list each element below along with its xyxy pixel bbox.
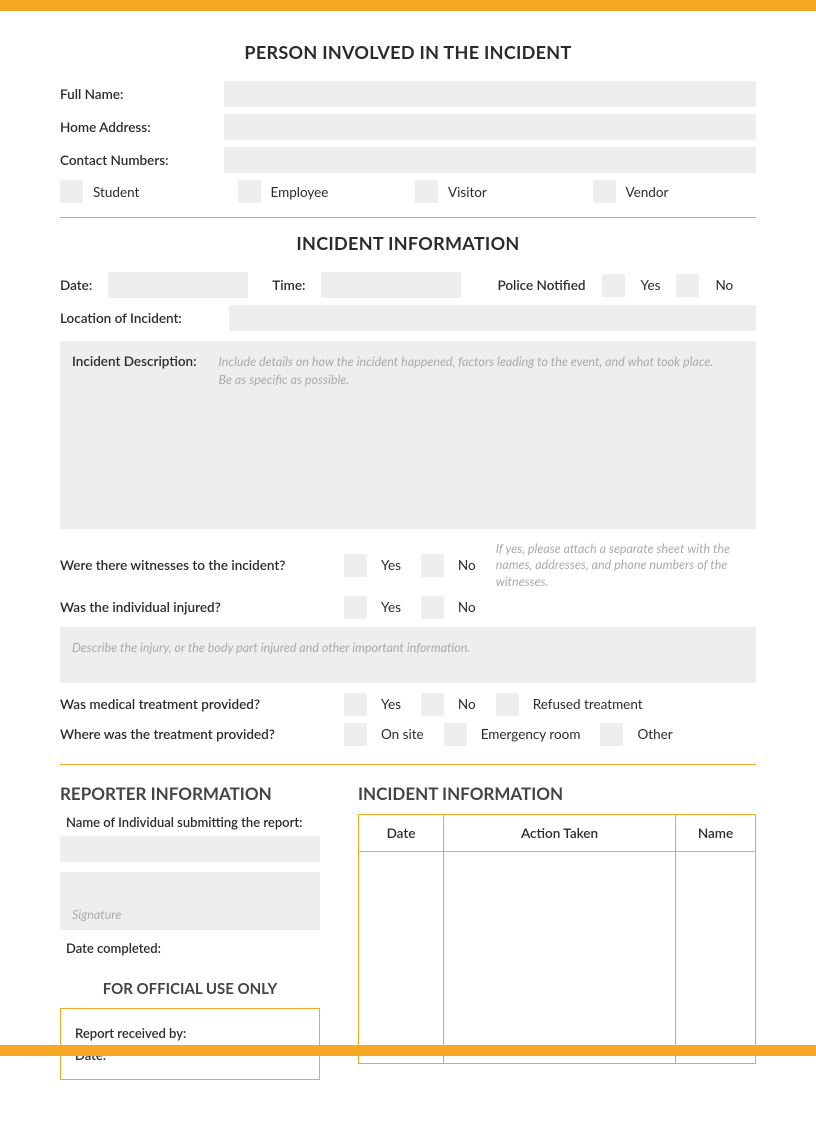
- onsite-label: On site: [381, 726, 424, 742]
- er-label: Emergency room: [481, 726, 581, 742]
- student-label: Student: [93, 184, 139, 200]
- section2-title: INCIDENT INFORMATION: [60, 232, 756, 254]
- full-name-label: Full Name:: [60, 86, 210, 102]
- location-input[interactable]: [229, 305, 756, 331]
- witness-yes-label: Yes: [381, 557, 401, 573]
- injured-yes-checkbox[interactable]: [344, 596, 367, 619]
- treatment-question-label: Was medical treatment provided?: [60, 696, 330, 712]
- top-accent-bar: [0, 0, 816, 11]
- injured-no-label: No: [458, 599, 476, 615]
- date-input[interactable]: [108, 272, 248, 298]
- official-box: Report received by: Date:: [60, 1008, 320, 1080]
- police-yes-label: Yes: [641, 277, 661, 293]
- bottom-accent-bar: [0, 1045, 816, 1056]
- incident-description-placeholder-2: Be as specific as possible.: [219, 371, 714, 389]
- time-input[interactable]: [321, 272, 461, 298]
- col-date: Date: [359, 814, 444, 851]
- police-label: Police Notified: [497, 277, 585, 293]
- date-label: Date:: [60, 277, 92, 293]
- divider-1: [60, 217, 756, 218]
- incident-description-box[interactable]: Incident Description: Include details on…: [60, 341, 756, 529]
- cell-date[interactable]: [359, 851, 444, 1063]
- section1-title: PERSON INVOLVED IN THE INCIDENT: [60, 41, 756, 63]
- witness-question-label: Were there witnesses to the incident?: [60, 557, 330, 573]
- vendor-label: Vendor: [626, 184, 669, 200]
- vendor-checkbox[interactable]: [593, 180, 616, 203]
- contact-numbers-label: Contact Numbers:: [60, 152, 210, 168]
- treatment-no-label: No: [458, 696, 476, 712]
- injured-yes-label: Yes: [381, 599, 401, 615]
- treatment-no-checkbox[interactable]: [421, 693, 444, 716]
- injured-question-label: Was the individual injured?: [60, 599, 330, 615]
- home-address-label: Home Address:: [60, 119, 210, 135]
- er-checkbox[interactable]: [444, 723, 467, 746]
- witness-no-checkbox[interactable]: [421, 554, 444, 577]
- table-row: [359, 851, 756, 1063]
- contact-numbers-input[interactable]: [224, 147, 756, 173]
- col-action: Action Taken: [444, 814, 676, 851]
- reporter-name-input[interactable]: [60, 836, 320, 862]
- other-checkbox[interactable]: [600, 723, 623, 746]
- signature-placeholder: Signature: [72, 906, 121, 924]
- cell-action[interactable]: [444, 851, 676, 1063]
- cell-name[interactable]: [676, 851, 756, 1063]
- police-yes-checkbox[interactable]: [602, 274, 625, 297]
- reporter-title: REPORTER INFORMATION: [60, 783, 320, 804]
- location-label: Location of Incident:: [60, 310, 215, 326]
- witness-note: If yes, please attach a separate sheet w…: [496, 541, 756, 590]
- treatment-yes-checkbox[interactable]: [344, 693, 367, 716]
- incident-description-label: Incident Description:: [72, 353, 197, 517]
- injury-description-placeholder: Describe the injury, or the body part in…: [72, 640, 470, 655]
- home-address-input[interactable]: [224, 114, 756, 140]
- witness-yes-checkbox[interactable]: [344, 554, 367, 577]
- employee-label: Employee: [271, 184, 329, 200]
- date-completed-label: Date completed:: [66, 940, 320, 956]
- visitor-label: Visitor: [448, 184, 487, 200]
- reporter-name-label: Name of Individual submitting the report…: [66, 814, 320, 830]
- official-title: FOR OFFICIAL USE ONLY: [60, 980, 320, 998]
- treatment-yes-label: Yes: [381, 696, 401, 712]
- page-content: PERSON INVOLVED IN THE INCIDENT Full Nam…: [0, 41, 816, 1140]
- refused-label: Refused treatment: [533, 696, 643, 712]
- actions-table: Date Action Taken Name: [358, 814, 756, 1064]
- police-no-label: No: [715, 277, 733, 293]
- col-name: Name: [676, 814, 756, 851]
- signature-box[interactable]: Signature: [60, 872, 320, 930]
- injury-description-box[interactable]: Describe the injury, or the body part in…: [60, 627, 756, 683]
- witness-no-label: No: [458, 557, 476, 573]
- where-treatment-label: Where was the treatment provided?: [60, 726, 330, 742]
- employee-checkbox[interactable]: [238, 180, 261, 203]
- other-label: Other: [637, 726, 672, 742]
- time-label: Time:: [272, 277, 305, 293]
- incident-description-placeholder-1: Include details on how the incident happ…: [219, 353, 714, 371]
- refused-checkbox[interactable]: [496, 693, 519, 716]
- full-name-input[interactable]: [224, 81, 756, 107]
- police-no-checkbox[interactable]: [676, 274, 699, 297]
- actions-title: INCIDENT INFORMATION: [358, 783, 756, 804]
- onsite-checkbox[interactable]: [344, 723, 367, 746]
- injured-no-checkbox[interactable]: [421, 596, 444, 619]
- student-checkbox[interactable]: [60, 180, 83, 203]
- divider-2: [60, 764, 756, 765]
- visitor-checkbox[interactable]: [415, 180, 438, 203]
- received-by-label: Report received by:: [75, 1025, 305, 1041]
